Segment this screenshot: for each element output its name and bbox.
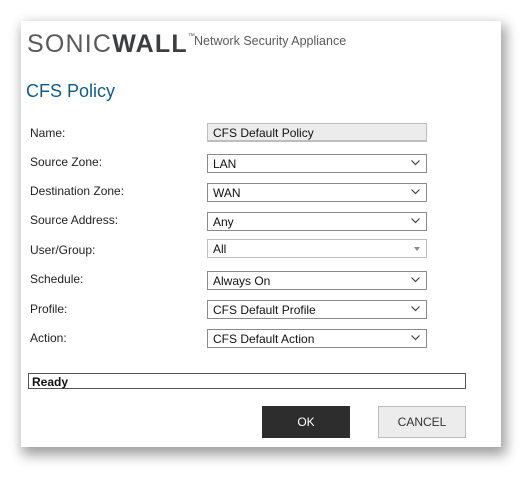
caret-down-icon — [414, 247, 420, 251]
destination-zone-value: WAN — [213, 186, 241, 200]
name-label: Name: — [30, 126, 66, 140]
profile-label: Profile: — [30, 302, 68, 316]
sonicwall-logo: SONICWALL™ — [27, 30, 195, 58]
schedule-select[interactable]: Always On — [207, 271, 427, 290]
profile-value: CFS Default Profile — [213, 303, 316, 317]
appliance-subtitle: Network Security Appliance — [194, 34, 347, 48]
chevron-down-icon — [411, 189, 420, 195]
profile-select[interactable]: CFS Default Profile — [207, 300, 427, 319]
source-zone-label: Source Zone: — [30, 155, 103, 169]
destination-zone-label: Destination Zone: — [30, 184, 125, 198]
source-address-label: Source Address: — [30, 213, 119, 227]
status-bar: Ready — [28, 373, 466, 389]
source-address-select[interactable]: Any — [207, 212, 427, 231]
dialog-title: CFS Policy — [26, 81, 116, 101]
destination-zone-select[interactable]: WAN — [207, 183, 427, 202]
source-address-value: Any — [213, 215, 234, 229]
chevron-down-icon — [411, 160, 420, 166]
action-select[interactable]: CFS Default Action — [207, 329, 427, 348]
chevron-down-icon — [411, 306, 420, 312]
cfs-policy-dialog: SONICWALL™ Network Security Appliance CF… — [21, 21, 501, 447]
chevron-down-icon — [411, 218, 420, 224]
schedule-value: Always On — [213, 274, 271, 288]
cancel-button[interactable]: CANCEL — [378, 406, 466, 438]
source-zone-value: LAN — [213, 157, 237, 171]
name-field[interactable]: CFS Default Policy — [207, 123, 427, 142]
action-label: Action: — [30, 331, 67, 345]
user-group-select[interactable]: All — [207, 239, 427, 258]
chevron-down-icon — [411, 277, 420, 283]
action-value: CFS Default Action — [213, 332, 315, 346]
source-zone-select[interactable]: LAN — [207, 154, 427, 173]
user-group-label: User/Group: — [30, 243, 96, 257]
chevron-down-icon — [411, 335, 420, 341]
schedule-label: Schedule: — [30, 272, 84, 286]
ok-button[interactable]: OK — [262, 406, 350, 438]
user-group-value: All — [213, 242, 227, 256]
